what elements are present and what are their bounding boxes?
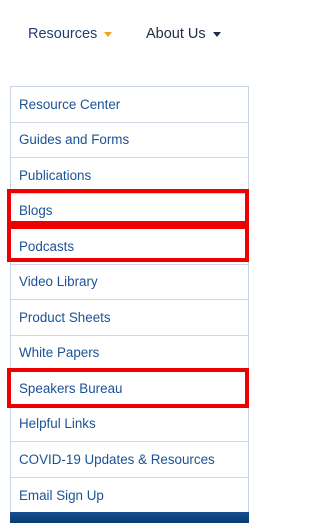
nav-resources-label: Resources (28, 26, 98, 42)
menu-item-blogs[interactable]: Blogs (11, 194, 248, 229)
menu-item-resource-center[interactable]: Resource Center (11, 87, 248, 123)
chevron-down-icon (212, 31, 221, 37)
menu-item-video-library[interactable]: Video Library (11, 265, 248, 300)
page: Resources About Us Resource Center Guide… (0, 0, 257, 523)
top-nav: Resources About Us (0, 0, 257, 68)
nav-about-label: About Us (146, 26, 206, 42)
menu-item-white-papers[interactable]: White Papers (11, 336, 248, 371)
menu-item-guides-and-forms[interactable]: Guides and Forms (11, 123, 248, 158)
footer-strip (10, 512, 249, 523)
chevron-down-icon (104, 31, 113, 37)
menu-item-covid-19-updates[interactable]: COVID-19 Updates & Resources (11, 442, 248, 478)
menu-item-podcasts[interactable]: Podcasts (11, 229, 248, 265)
nav-about-us[interactable]: About Us (146, 24, 221, 44)
menu-item-product-sheets[interactable]: Product Sheets (11, 300, 248, 336)
resources-dropdown-menu: Resource Center Guides and Forms Publica… (10, 86, 249, 512)
menu-item-publications[interactable]: Publications (11, 158, 248, 194)
nav-resources[interactable]: Resources (28, 24, 113, 44)
menu-item-speakers-bureau[interactable]: Speakers Bureau (11, 371, 248, 407)
menu-item-helpful-links[interactable]: Helpful Links (11, 407, 248, 442)
menu-item-email-sign-up[interactable]: Email Sign Up (11, 478, 248, 514)
